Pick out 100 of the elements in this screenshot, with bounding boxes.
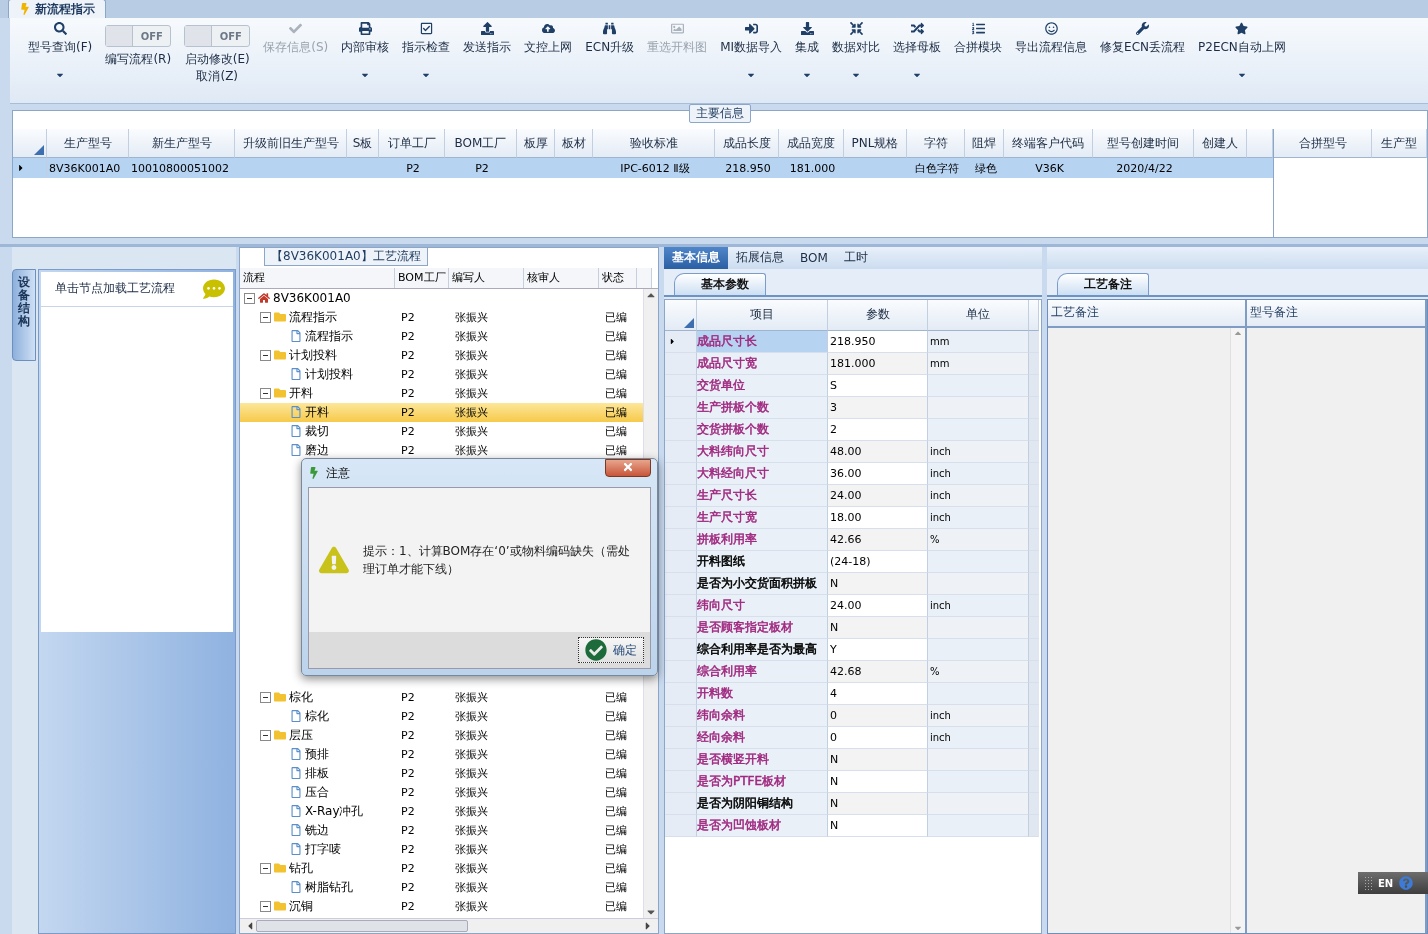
collapse-toggle[interactable] (260, 862, 271, 874)
parameter-value[interactable]: 42.66 (828, 528, 928, 551)
row-header[interactable] (665, 594, 697, 617)
toggle-switch[interactable]: OFF (105, 25, 172, 47)
tree-row[interactable]: 树脂钻孔 P2 张振兴 已编 (240, 877, 643, 897)
toolbar-button[interactable]: 指示检查 (402, 39, 451, 56)
ime-toolbar[interactable]: EN (1358, 872, 1428, 894)
toolbar-button[interactable]: 修复ECN丢流程 (1100, 39, 1186, 56)
help-icon[interactable] (1399, 876, 1414, 890)
column-header[interactable]: 升级前旧生产型号 (235, 129, 347, 159)
column-header[interactable]: 验收标准 (593, 129, 715, 159)
toolbar-button[interactable]: MI数据导入 (720, 39, 783, 56)
collapse-toggle[interactable] (260, 691, 271, 703)
row-header[interactable] (665, 462, 697, 485)
column-header[interactable]: 生产型 (1372, 129, 1427, 159)
collapse-toggle[interactable] (260, 729, 271, 741)
tree-row[interactable]: 计划投料 P2 张振兴 已编 (240, 345, 643, 365)
column-header[interactable]: BOM工厂 (445, 129, 517, 159)
toolbar-button[interactable]: P2ECN自动上网 (1198, 39, 1286, 56)
toolbar-button[interactable]: 合拼模块 (954, 39, 1003, 56)
column-header[interactable]: PNL规格 (844, 129, 907, 159)
column-header[interactable]: 字符 (907, 129, 965, 159)
toolbar-button[interactable]: 文控上网 (524, 39, 573, 56)
parameter-value[interactable]: 218.950 (828, 330, 928, 353)
tree-row[interactable]: 开料 P2 张振兴 已编 (240, 402, 643, 422)
toolbar-button[interactable]: 启动修改(E) 取消(Z) (184, 51, 250, 85)
tree-row[interactable]: 沉铜 P2 张振兴 已编 (240, 896, 643, 916)
toolbar-button[interactable]: 型号查询(F) (28, 39, 93, 56)
tab[interactable]: 拓展信息 (728, 246, 792, 269)
parameter-value[interactable]: 24.00 (828, 484, 928, 507)
horizontal-scrollbar[interactable] (240, 918, 658, 933)
parameter-value[interactable]: 36.00 (828, 462, 928, 485)
column-header[interactable]: 项目 (697, 299, 828, 331)
collapse-toggle[interactable] (260, 900, 271, 912)
tree-row[interactable]: 棕化 P2 张振兴 已编 (240, 706, 643, 726)
tree-row[interactable]: 铣边 P2 张振兴 已编 (240, 820, 643, 840)
row-header[interactable] (665, 330, 697, 353)
tree-row[interactable]: 流程指示 P2 张振兴 已编 (240, 326, 643, 346)
row-header[interactable] (665, 374, 697, 397)
parameter-value[interactable]: 18.00 (828, 506, 928, 529)
toggle-switch[interactable]: OFF (184, 25, 251, 47)
row-header[interactable] (665, 440, 697, 463)
column-header[interactable]: 状态 (599, 267, 637, 288)
collapse-toggle[interactable] (260, 349, 271, 361)
row-header[interactable] (665, 616, 697, 639)
column-header[interactable]: 创建人 (1194, 129, 1247, 159)
sub-tab[interactable]: 工艺备注 (1057, 272, 1149, 295)
parameter-value[interactable]: N (828, 572, 928, 595)
tree-row[interactable]: 棕化 P2 张振兴 已编 (240, 687, 643, 707)
toolbar-button[interactable]: 内部审核 (341, 39, 390, 56)
parameter-value[interactable]: 4 (828, 682, 928, 705)
parameter-value[interactable]: N (828, 770, 928, 793)
parameter-value[interactable]: 48.00 (828, 440, 928, 463)
tree-row[interactable]: 打字唛 P2 张振兴 已编 (240, 839, 643, 859)
tree-row[interactable]: 8V36K001A0 (240, 288, 643, 308)
toolbar-button[interactable]: 选择母板 (893, 39, 942, 56)
toolbar-button[interactable]: 导出流程信息 (1015, 39, 1088, 56)
tree-row[interactable]: X-Ray冲孔 P2 张振兴 已编 (240, 801, 643, 821)
parameter-value[interactable]: N (828, 616, 928, 639)
row-header[interactable] (665, 528, 697, 551)
parameter-value[interactable]: 24.00 (828, 594, 928, 617)
row-header[interactable] (13, 158, 47, 179)
row-header[interactable] (665, 814, 697, 837)
parameter-value[interactable]: N (828, 792, 928, 815)
row-header[interactable] (665, 572, 697, 595)
tree-row[interactable]: 压合 P2 张振兴 已编 (240, 782, 643, 802)
column-header[interactable]: 板材 (555, 129, 593, 159)
tree-row[interactable]: 流程指示 P2 张振兴 已编 (240, 307, 643, 327)
toolbar-button[interactable]: 编写流程(R) (105, 51, 172, 68)
toolbar-button[interactable]: 发送指示 (463, 39, 512, 56)
tab[interactable]: 基本信息 (664, 246, 728, 269)
row-header[interactable] (665, 418, 697, 441)
column-header[interactable]: 阻焊 (965, 129, 1004, 159)
row-header[interactable] (665, 638, 697, 661)
column-header[interactable]: 成品宽度 (779, 129, 844, 159)
toolbar-button[interactable]: 数据对比 (832, 39, 881, 56)
row-header[interactable] (665, 484, 697, 507)
tree-row[interactable]: 层压 P2 张振兴 已编 (240, 725, 643, 745)
row-header[interactable] (665, 682, 697, 705)
column-header[interactable]: 板厚 (517, 129, 555, 159)
tree-row[interactable]: 排板 P2 张振兴 已编 (240, 763, 643, 783)
tab[interactable]: 工时 (835, 246, 876, 269)
tree-row[interactable]: 计划投料 P2 张振兴 已编 (240, 364, 643, 384)
parameter-value[interactable]: 3 (828, 396, 928, 419)
column-header[interactable]: 新生产型号 (129, 129, 235, 159)
column-header[interactable]: 型号创建时间 (1093, 129, 1194, 159)
row-header[interactable] (665, 550, 697, 573)
parameter-value[interactable]: N (828, 748, 928, 771)
parameter-value[interactable]: N (828, 814, 928, 837)
row-header[interactable] (665, 352, 697, 375)
document-tab[interactable]: 新流程指示 (8, 0, 106, 18)
collapse-toggle[interactable] (244, 292, 255, 304)
sub-tab[interactable]: 基本参数 (674, 272, 766, 295)
parameter-value[interactable]: 2 (828, 418, 928, 441)
tree-row[interactable]: 裁切 P2 张振兴 已编 (240, 421, 643, 441)
ok-button[interactable]: 确定 (578, 637, 644, 663)
column-header[interactable]: S板 (347, 129, 379, 159)
tree-row[interactable]: 磨边 P2 张振兴 已编 (240, 440, 643, 460)
tab[interactable]: BOM (792, 246, 836, 269)
column-header[interactable]: 成品长度 (715, 129, 779, 159)
